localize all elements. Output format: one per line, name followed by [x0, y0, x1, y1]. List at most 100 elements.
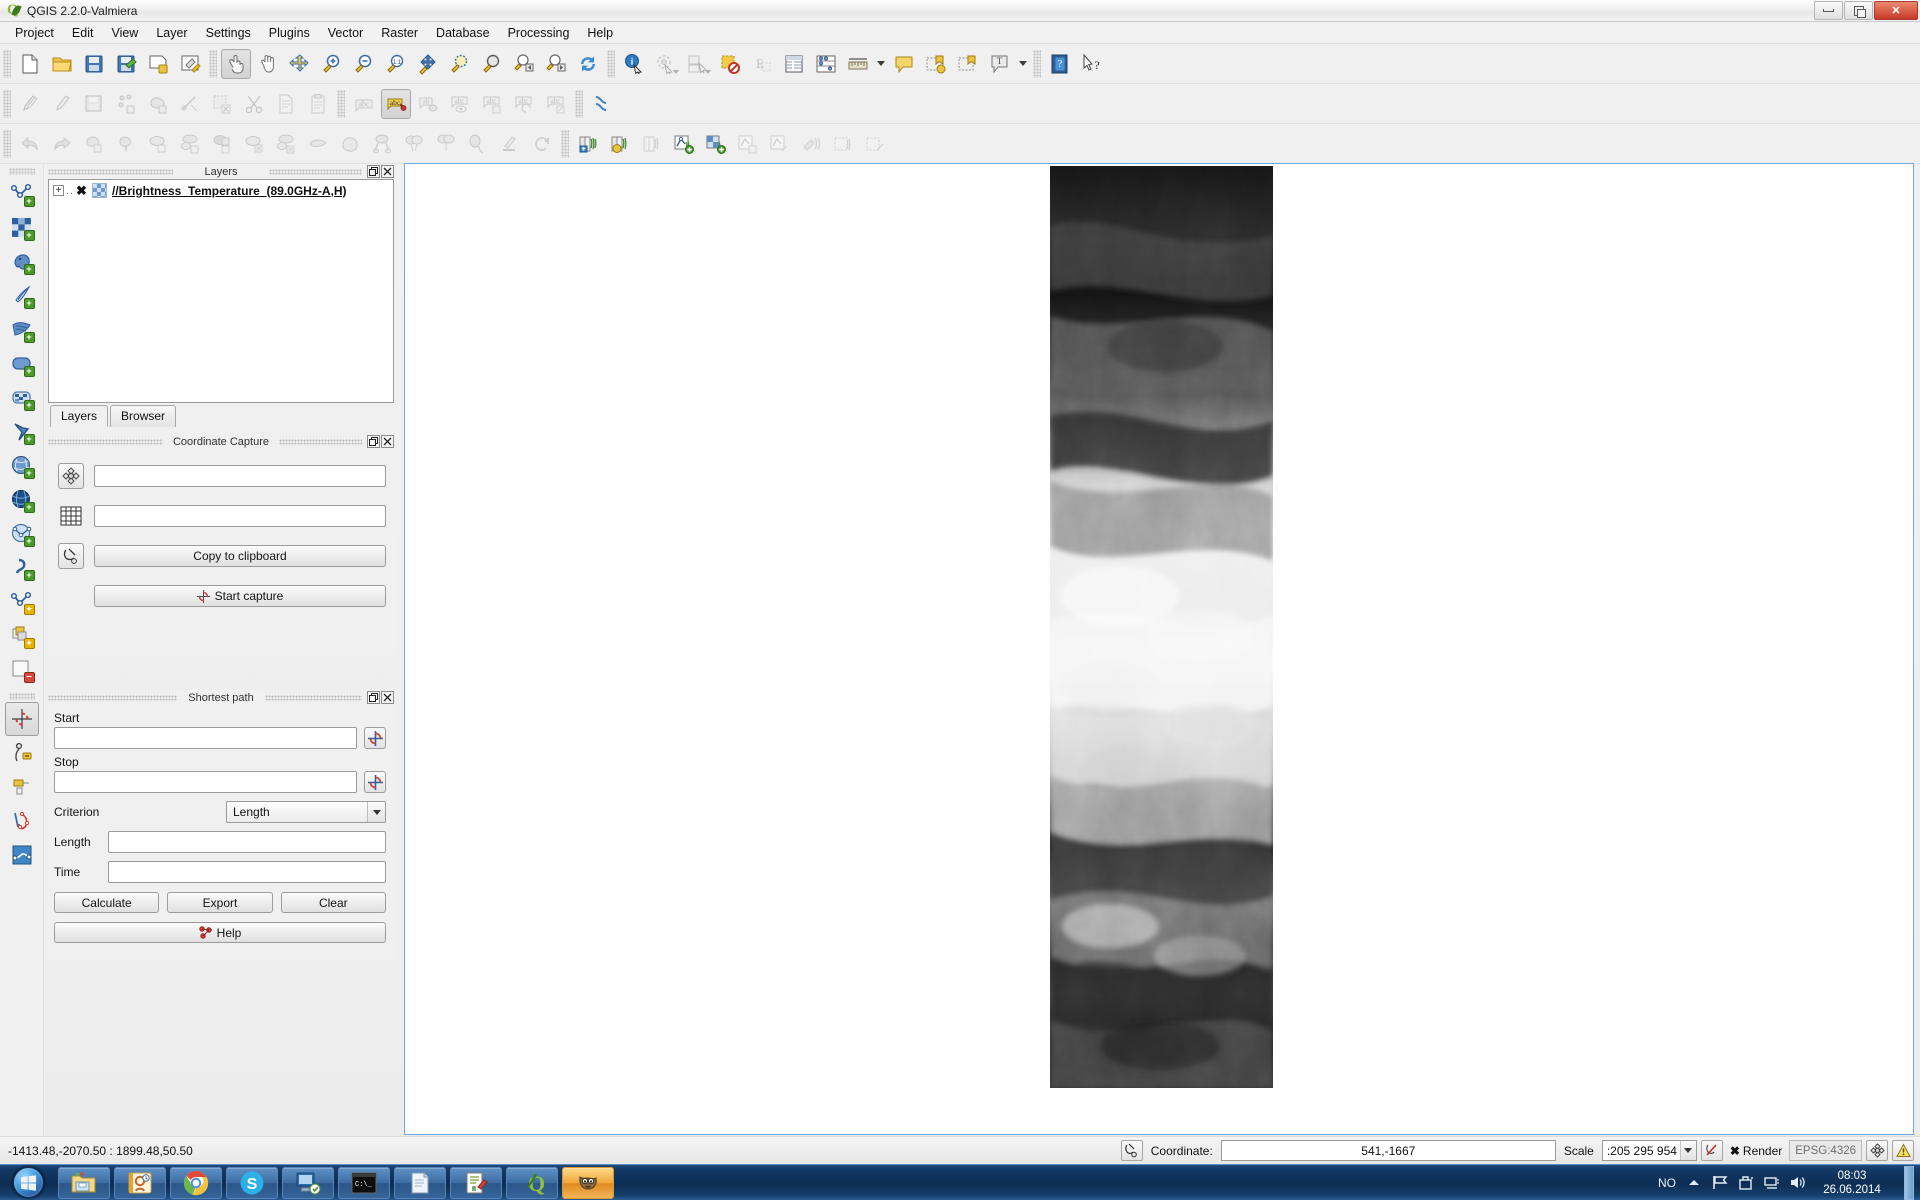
toolbar-grip[interactable]: [3, 49, 11, 78]
menu-vector[interactable]: Vector: [319, 24, 372, 42]
add-wcs-layer-icon[interactable]: +: [5, 415, 39, 449]
new-shapefile-layer-icon[interactable]: ✦: [5, 585, 39, 619]
show-bookmarks-icon[interactable]: [953, 49, 983, 79]
add-part-icon[interactable]: [175, 129, 205, 159]
rotate-label-icon[interactable]: abc: [509, 89, 539, 119]
grid-icon[interactable]: [58, 503, 84, 529]
measure-dropdown-arrow-icon[interactable]: [874, 49, 888, 79]
copy-features-icon[interactable]: [271, 89, 301, 119]
touch-zoom-pan-icon[interactable]: [221, 48, 251, 79]
menu-raster[interactable]: Raster: [372, 24, 427, 42]
scale-select[interactable]: :205 295 954: [1601, 1140, 1697, 1161]
add-postgis-layer-icon[interactable]: +: [5, 245, 39, 279]
select-features-icon[interactable]: [651, 49, 681, 79]
toolbar-grip[interactable]: [337, 89, 345, 118]
toolbar-grip[interactable]: [8, 168, 35, 175]
grass-edit-icon[interactable]: [733, 129, 763, 159]
remove-layer-icon[interactable]: –: [5, 653, 39, 687]
split-features-icon[interactable]: [335, 129, 365, 159]
toolbar-grip[interactable]: [1033, 49, 1041, 78]
reshape-features-icon[interactable]: [303, 129, 333, 159]
db-update-sql-icon[interactable]: [605, 129, 635, 159]
clear-button[interactable]: Clear: [280, 892, 386, 913]
layer-name-label[interactable]: //Brightness_Temperature_(89.0GHz-A,H): [112, 184, 347, 198]
rotate-point-symbols-icon[interactable]: [463, 129, 493, 159]
topology-checker-icon[interactable]: [5, 804, 39, 838]
network-icon[interactable]: [1763, 1174, 1780, 1191]
taskbar-item-command-prompt[interactable]: C:\_: [338, 1166, 390, 1199]
cut-features-icon[interactable]: [239, 89, 269, 119]
map-canvas[interactable]: [404, 163, 1914, 1135]
map-tips-icon[interactable]: [889, 49, 919, 79]
tab-layers[interactable]: Layers: [50, 405, 109, 427]
zoom-full-icon[interactable]: [413, 49, 443, 79]
criterion-select[interactable]: Length: [226, 801, 386, 823]
layer-visibility-checkbox[interactable]: ✖: [75, 183, 88, 198]
new-project-icon[interactable]: [15, 49, 45, 79]
zoom-next-icon[interactable]: [541, 49, 571, 79]
save-project-as-icon[interactable]: [111, 49, 141, 79]
menu-project[interactable]: Project: [6, 24, 63, 42]
taskbar-item-notepad[interactable]: [394, 1166, 446, 1199]
grass-region-icon[interactable]: [765, 129, 795, 159]
paste-features-icon[interactable]: [303, 89, 333, 119]
restore-button[interactable]: [1844, 1, 1873, 20]
redo-icon[interactable]: [47, 129, 77, 159]
fill-ring-icon[interactable]: [207, 129, 237, 159]
field-calculator-icon[interactable]: E: [747, 49, 777, 79]
help-button[interactable]: Help: [54, 922, 386, 943]
action-center-flag-icon[interactable]: [1711, 1174, 1728, 1191]
simplify-feature-icon[interactable]: [111, 129, 141, 159]
render-checkbox[interactable]: ✖: [1730, 1144, 1740, 1158]
chevron-down-icon[interactable]: [367, 802, 385, 822]
text-annotation-icon[interactable]: T: [985, 49, 1015, 79]
new-grass-vector-icon[interactable]: [669, 129, 699, 159]
toolbar-grip[interactable]: [575, 89, 583, 118]
windows-start-orb-icon[interactable]: [2, 1166, 54, 1200]
toolbar-grip[interactable]: [209, 49, 217, 78]
grass-new-mapset-icon[interactable]: [861, 129, 891, 159]
shortest-path-close-button[interactable]: [381, 691, 394, 704]
add-vector-layer-icon[interactable]: +: [5, 177, 39, 211]
toolbar-grip[interactable]: [3, 129, 11, 158]
statistics-icon[interactable]: [811, 49, 841, 79]
menu-layer[interactable]: Layer: [147, 24, 196, 42]
add-delimited-text-layer-icon[interactable]: +: [5, 483, 39, 517]
save-project-icon[interactable]: [79, 49, 109, 79]
toggle-extents-icon[interactable]: [1120, 1140, 1143, 1161]
add-ring-icon[interactable]: [143, 129, 173, 159]
composer-manager-icon[interactable]: [175, 49, 205, 79]
add-grass-raster-icon[interactable]: [701, 129, 731, 159]
rotate-clockwise-icon[interactable]: [527, 129, 557, 159]
merge-attributes-icon[interactable]: [431, 129, 461, 159]
taskbar-item-skype[interactable]: S: [226, 1166, 278, 1199]
coordinate-capture-icon[interactable]: [4, 702, 39, 736]
menu-settings[interactable]: Settings: [197, 24, 260, 42]
annotation-dropdown-arrow-icon[interactable]: [1016, 49, 1030, 79]
delete-ring-icon[interactable]: [239, 129, 269, 159]
layers-close-button[interactable]: [381, 165, 394, 178]
tab-browser[interactable]: Browser: [110, 405, 177, 427]
add-wfs-layer-icon[interactable]: +: [5, 449, 39, 483]
road-graph-icon[interactable]: [5, 838, 39, 872]
canvas-coordinate-field[interactable]: [94, 505, 386, 527]
chevron-up-icon[interactable]: [1685, 1174, 1702, 1191]
change-label-icon[interactable]: abc: [541, 89, 571, 119]
expand-layer-icon[interactable]: +: [53, 185, 64, 196]
add-mssql-layer-icon[interactable]: +: [5, 313, 39, 347]
move-feature-icon[interactable]: [143, 89, 173, 119]
pan-to-selection-icon[interactable]: [285, 49, 315, 79]
zoom-out-icon[interactable]: [349, 49, 379, 79]
node-tool-icon[interactable]: [175, 89, 205, 119]
export-button[interactable]: Export: [167, 892, 273, 913]
add-oracle-layer-icon[interactable]: +: [5, 347, 39, 381]
epsg-status-label[interactable]: EPSG:4326: [1789, 1140, 1862, 1161]
menu-view[interactable]: View: [102, 24, 147, 42]
toolbar-grip[interactable]: [3, 89, 11, 118]
zoom-native-icon[interactable]: 1:1: [381, 49, 411, 79]
db-table-icon[interactable]: [637, 129, 667, 159]
close-button[interactable]: ✕: [1874, 1, 1918, 20]
label-icon[interactable]: abc: [349, 89, 379, 119]
taskbar-item-google-chrome[interactable]: [170, 1166, 222, 1199]
start-input[interactable]: [54, 727, 357, 749]
